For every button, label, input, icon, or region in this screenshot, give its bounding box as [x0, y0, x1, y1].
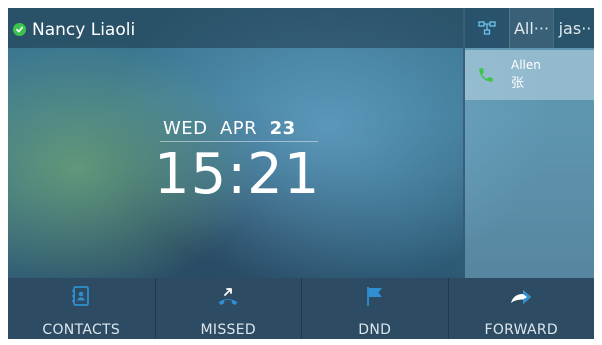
forward-label: FORWARD [484, 322, 558, 338]
forward-softkey[interactable]: FORWARD [447, 278, 595, 339]
dnd-softkey[interactable]: DND [301, 278, 448, 339]
forward-arrow-icon [511, 290, 532, 304]
day-of-month: 23 [269, 118, 296, 139]
dsskey-panel: All··· jas·· Allen 张 [463, 8, 594, 278]
status-bar: Nancy Liaoli [8, 8, 463, 48]
month: APR [219, 118, 258, 139]
contacts-softkey[interactable]: CONTACTS [8, 278, 155, 339]
contact-last-name: 张 [511, 76, 525, 91]
tab-all[interactable]: All··· [509, 8, 553, 48]
online-status-icon [13, 23, 26, 36]
tab-jas[interactable]: jas·· [553, 8, 594, 48]
dnd-label: DND [358, 322, 392, 338]
tab-blf[interactable] [465, 8, 509, 48]
blf-network-icon [478, 21, 496, 35]
missed-softkey[interactable]: MISSED [154, 278, 302, 339]
contact-line-key[interactable]: Allen 张 [465, 50, 594, 100]
clock-time: 15:21 [154, 142, 321, 207]
panel-tabs: All··· jas·· [465, 8, 594, 48]
account-name[interactable]: Nancy Liaoli [32, 19, 135, 41]
softkey-bar: CONTACTS MISSED DND FORWARD [8, 278, 594, 339]
phone-screen: Nancy Liaoli All··· jas·· Allen 张 WED AP… [8, 8, 594, 339]
missed-label: MISSED [200, 322, 256, 338]
contacts-book-icon [72, 286, 90, 306]
contact-first-name: Allen [511, 58, 541, 72]
dnd-flag-icon [366, 287, 382, 306]
weekday: WED [163, 118, 208, 139]
contacts-label: CONTACTS [42, 322, 121, 338]
missed-call-icon [218, 288, 238, 306]
phone-icon [479, 68, 493, 82]
date-display: WED APR 23 [163, 118, 323, 140]
